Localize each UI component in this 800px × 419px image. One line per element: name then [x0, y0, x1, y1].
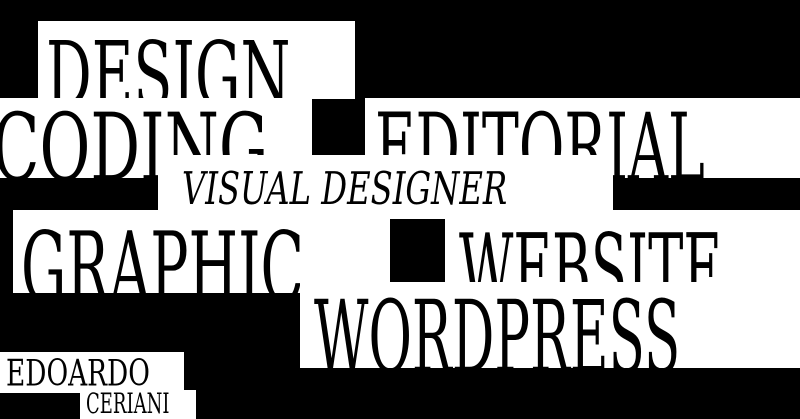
wordpress-word: WORDPRESS	[314, 282, 681, 369]
graphic-block: GRAPHIC	[13, 210, 390, 293]
graphic-word: GRAPHIC	[21, 212, 305, 293]
design-word: DESIGN	[46, 22, 291, 100]
visual-designer-block: VISUAL DESIGNER	[158, 155, 613, 219]
name-first: EDOARDO	[6, 352, 150, 393]
website-block: WEBSITE	[445, 210, 800, 293]
design-block: DESIGN	[38, 21, 355, 99]
name-last: CERIANI	[86, 390, 170, 419]
banner-canvas: DESIGN CODING EDITORIAL GRAPHIC WEBSITE …	[0, 0, 800, 419]
visual-designer-word: VISUAL DESIGNER	[182, 163, 508, 216]
wordpress-block: WORDPRESS	[300, 282, 800, 368]
name-last-block: CERIANI	[80, 390, 196, 419]
name-first-block: EDOARDO	[0, 352, 184, 393]
